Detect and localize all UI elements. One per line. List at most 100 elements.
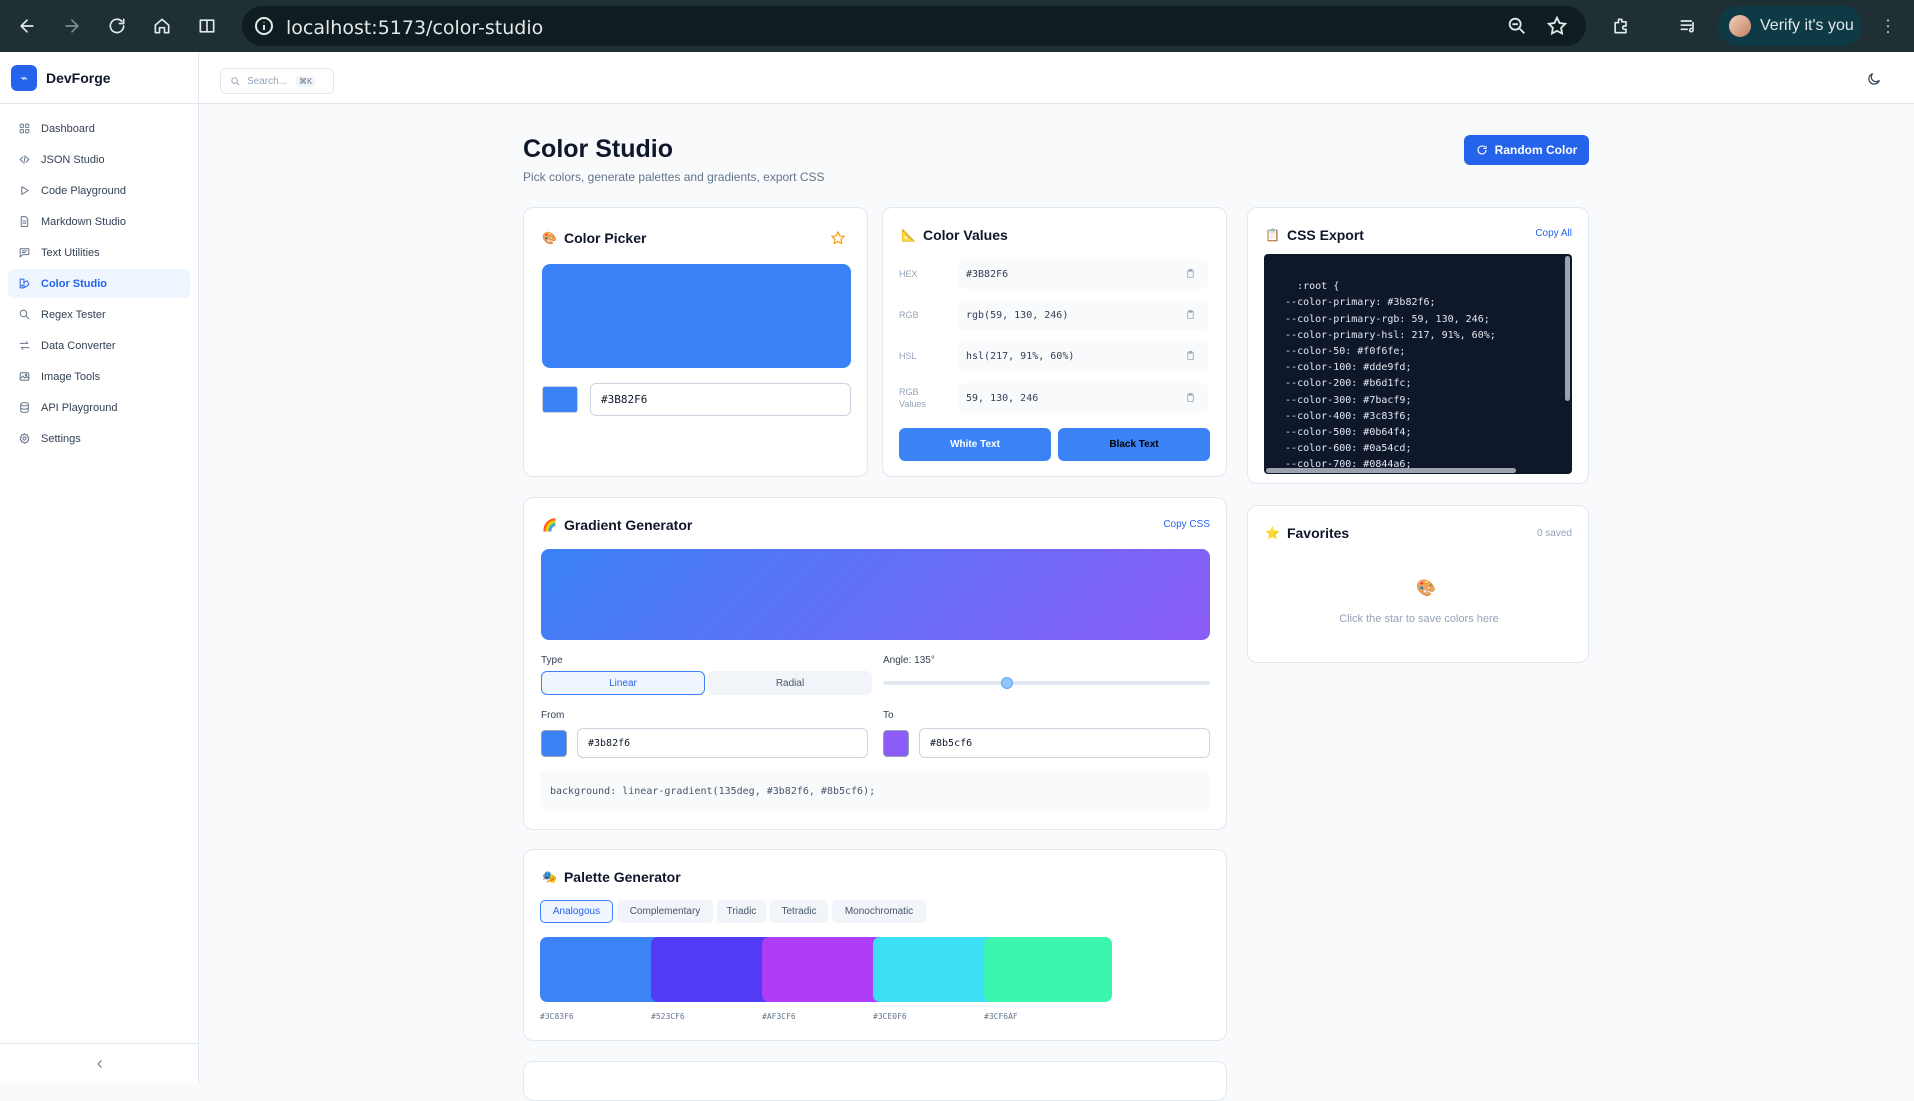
palette-swatch[interactable] (984, 937, 1112, 1002)
harmony-triadic[interactable]: Triadic (717, 900, 766, 923)
sidebar-item-markdown-studio[interactable]: Markdown Studio (8, 207, 190, 236)
value-box: 59, 130, 246 (958, 383, 1208, 413)
harmony-analogous[interactable]: Analogous (540, 900, 613, 923)
sidebar-nav: Dashboard JSON Studio Code Playground Markd… (0, 104, 198, 453)
sidebar-item-label: Data Converter (41, 339, 116, 352)
palette-swatch-hex: #523CF6 (651, 1012, 685, 1021)
palette-swatch-hex: #3CF6AF (984, 1012, 1018, 1021)
from-color-input[interactable]: #3b82f6 (577, 728, 868, 758)
palette-swatch[interactable] (762, 937, 890, 1002)
harmony-complementary[interactable]: Complementary (617, 900, 713, 923)
copy-all-button[interactable]: Copy All (1535, 228, 1572, 239)
value-label: HSL (899, 351, 917, 361)
copy-icon[interactable] (1185, 268, 1196, 279)
page-subtitle: Pick colors, generate palettes and gradi… (523, 170, 825, 184)
from-color-swatch[interactable] (541, 730, 567, 757)
code-icon (19, 155, 30, 164)
menu-kebab-icon[interactable] (1874, 12, 1902, 40)
extensions-icon[interactable] (1607, 12, 1635, 40)
bookmark-star-icon[interactable] (1546, 15, 1568, 42)
split-view-icon[interactable] (193, 12, 221, 40)
sidebar-item-dashboard[interactable]: Dashboard (8, 114, 190, 143)
copy-icon[interactable] (1185, 309, 1196, 320)
sidebar-item-image-tools[interactable]: Image Tools (8, 362, 190, 391)
sidebar-item-data-converter[interactable]: Data Converter (8, 331, 190, 360)
brand[interactable]: ⌁ DevForge (0, 52, 198, 104)
value-label: HEX (899, 269, 918, 279)
to-color-input[interactable]: #8b5cf6 (919, 728, 1210, 758)
angle-slider-handle[interactable] (1001, 677, 1013, 689)
favorites-count: 0 saved (1536, 528, 1572, 539)
color-preview[interactable] (542, 264, 851, 368)
home-icon[interactable] (148, 12, 176, 40)
star-emoji-icon: ⭐ (1265, 526, 1280, 540)
gradient-css-output[interactable]: background: linear-gradient(135deg, #3b8… (540, 771, 1210, 811)
sidebar-item-label: Dashboard (41, 122, 95, 135)
value-label: RGB Values (899, 387, 926, 409)
copy-icon[interactable] (1185, 350, 1196, 361)
hex-input[interactable]: #3B82F6 (590, 383, 851, 416)
to-label: To (883, 710, 894, 721)
site-info-icon[interactable] (252, 14, 276, 38)
palette-swatch[interactable] (873, 937, 1001, 1002)
image-icon (19, 372, 30, 381)
search-shortcut: ⌘K (296, 75, 316, 87)
to-color-swatch[interactable] (883, 730, 909, 757)
copy-icon[interactable] (1185, 392, 1196, 403)
collapse-sidebar-button[interactable] (0, 1043, 199, 1083)
palette-generator-title: 🎭 Palette Generator (542, 869, 681, 885)
sidebar-item-label: Code Playground (41, 184, 127, 197)
radial-option[interactable]: Radial (708, 671, 872, 695)
palette-swatch[interactable] (540, 937, 668, 1002)
avatar (1729, 15, 1751, 37)
harmony-monochromatic[interactable]: Monochromatic (832, 900, 926, 923)
sidebar-item-regex-tester[interactable]: Regex Tester (8, 300, 190, 329)
sidebar-item-api-playground[interactable]: API Playground (8, 393, 190, 422)
sidebar-item-text-utilities[interactable]: Text Utilities (8, 238, 190, 267)
harmony-tetradic[interactable]: Tetradic (770, 900, 828, 923)
profile-button[interactable]: Verify it's you (1718, 6, 1862, 46)
palette-icon (19, 278, 30, 289)
css-export-title: 📋 CSS Export (1265, 227, 1364, 243)
value-row-rgb-values: RGB Values 59, 130, 246 (899, 383, 1209, 413)
sidebar-item-label: JSON Studio (41, 153, 105, 166)
zoom-icon[interactable] (1506, 15, 1528, 42)
address-bar[interactable]: localhost:5173/color-studio (242, 6, 1586, 46)
grid-icon (19, 123, 30, 134)
angle-slider-track[interactable] (883, 681, 1210, 685)
sidebar-item-json-studio[interactable]: JSON Studio (8, 145, 190, 174)
add-favorite-star-icon[interactable] (830, 230, 846, 251)
forward-icon[interactable] (58, 12, 86, 40)
color-picker-card: 🎨 Color Picker #3B82F6 (523, 207, 868, 477)
css-export-card: 📋 CSS Export Copy All :root { --color-pr… (1247, 207, 1589, 484)
copy-css-button[interactable]: Copy CSS (1163, 519, 1210, 530)
random-color-button[interactable]: Random Color (1464, 135, 1589, 165)
palette-swatch[interactable] (651, 937, 779, 1002)
document-icon (20, 216, 29, 227)
color-input-swatch[interactable] (542, 386, 578, 413)
css-code-text: :root { --color-primary: #3b82f6; --colo… (1285, 281, 1496, 471)
theme-toggle-moon-icon[interactable] (1866, 71, 1882, 92)
message-icon (19, 248, 30, 258)
search-input[interactable]: Search... ⌘K (220, 68, 334, 94)
palette-emoji-icon: 🎨 (542, 231, 557, 245)
media-icon[interactable] (1674, 12, 1702, 40)
value-box: #3B82F6 (958, 259, 1208, 289)
vertical-scrollbar[interactable] (1565, 256, 1570, 401)
css-code-block[interactable]: :root { --color-primary: #3b82f6; --colo… (1264, 254, 1572, 474)
reload-icon[interactable] (103, 12, 131, 40)
sidebar-item-settings[interactable]: Settings (8, 424, 190, 453)
search-placeholder: Search... (247, 75, 288, 87)
horizontal-scrollbar[interactable] (1266, 468, 1516, 473)
refresh-icon (1477, 145, 1487, 155)
white-text-button[interactable]: White Text (899, 428, 1051, 461)
sidebar-item-code-playground[interactable]: Code Playground (8, 176, 190, 205)
black-text-button[interactable]: Black Text (1058, 428, 1210, 461)
back-icon[interactable] (13, 12, 41, 40)
linear-option[interactable]: Linear (541, 671, 705, 695)
value-text: 59, 130, 246 (966, 392, 1039, 404)
color-picker-title-text: Color Picker (563, 230, 647, 246)
sidebar-item-label: Regex Tester (41, 308, 106, 321)
sidebar-item-color-studio[interactable]: Color Studio (8, 269, 190, 298)
next-card (523, 1061, 1227, 1101)
